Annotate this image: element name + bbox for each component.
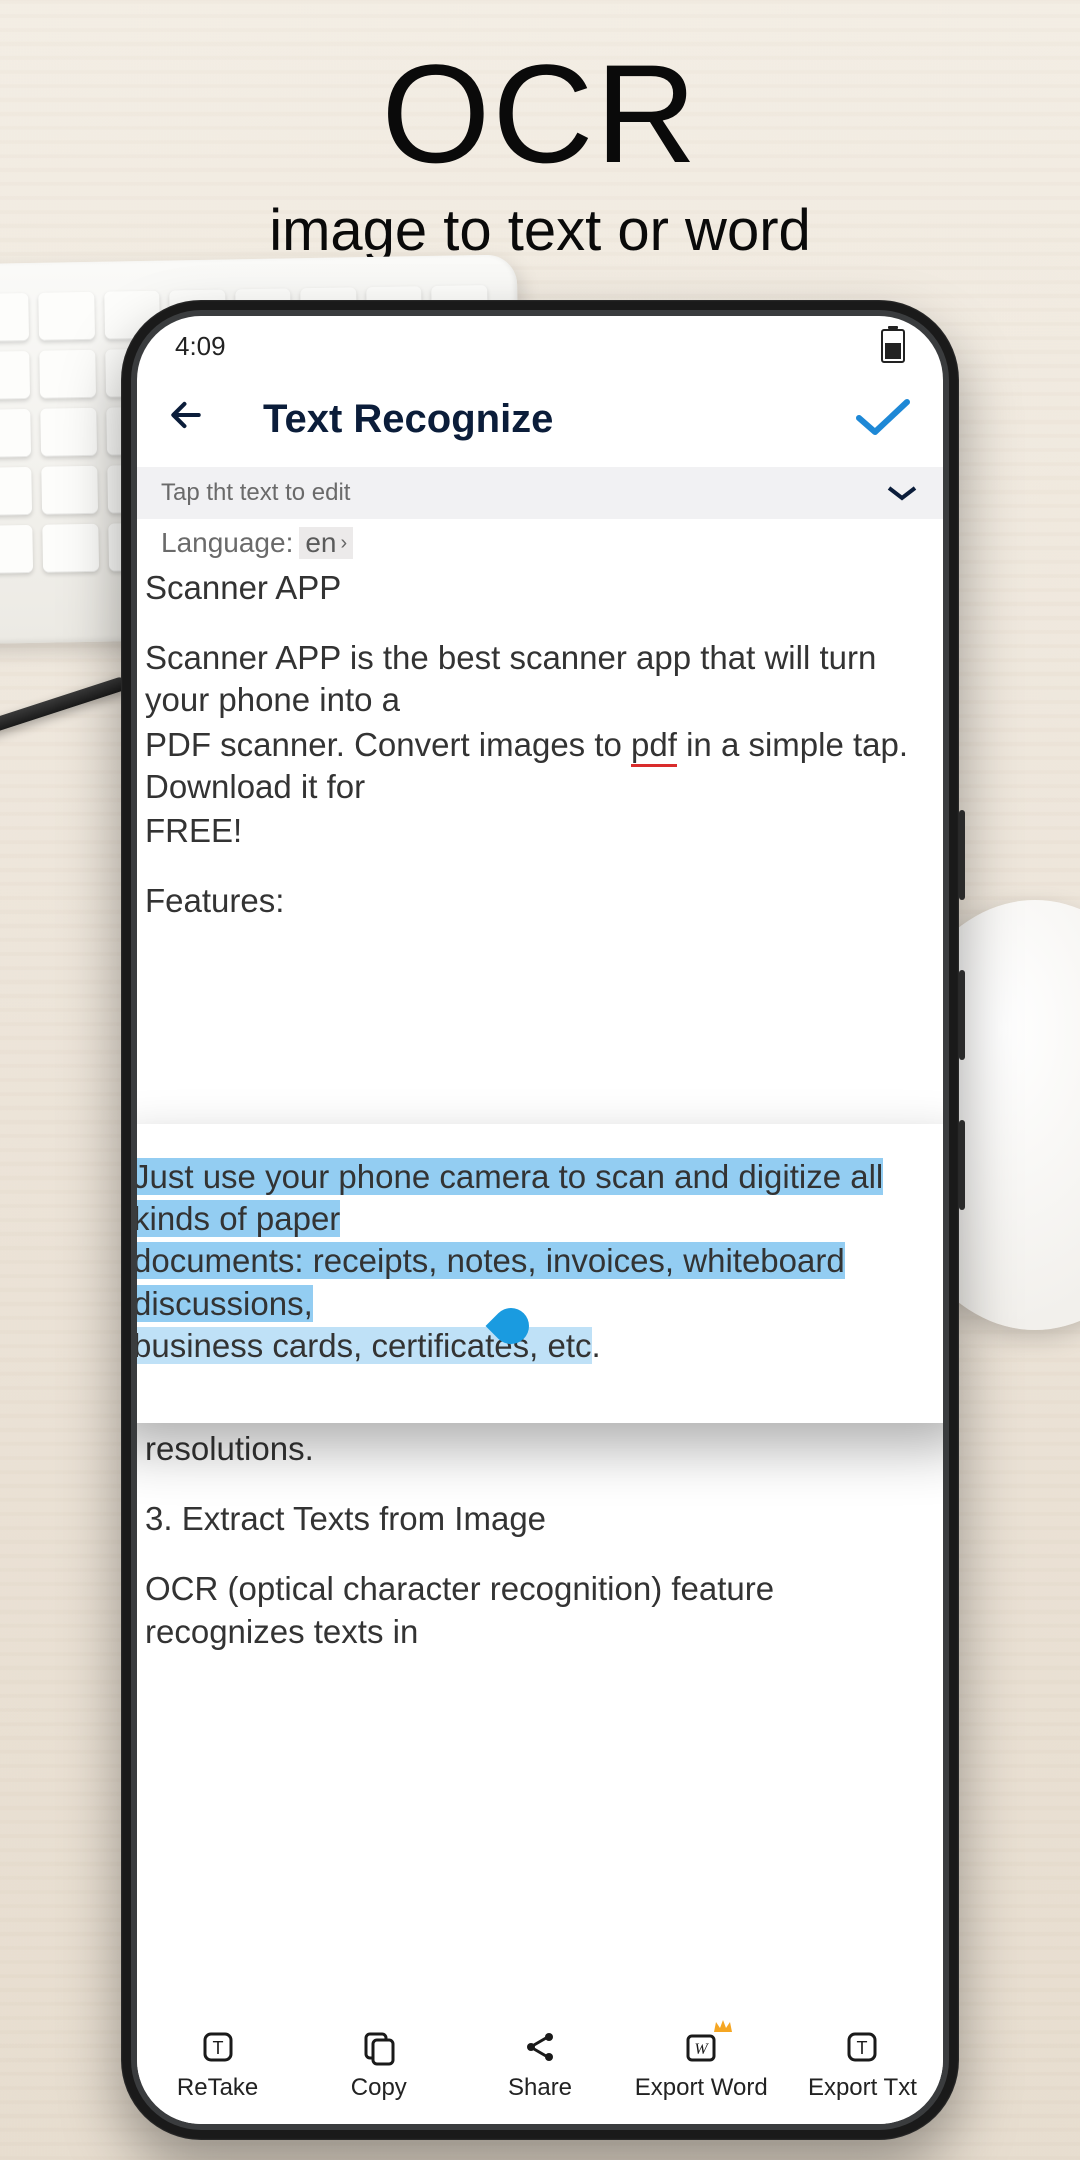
text-line: Scanner APP is the best scanner app that… bbox=[145, 637, 939, 721]
text-line: FREE! bbox=[145, 810, 939, 852]
back-arrow-icon[interactable] bbox=[167, 396, 205, 444]
language-label: Language: bbox=[161, 527, 293, 559]
spellcheck-underline: pdf bbox=[631, 726, 677, 767]
language-chip[interactable]: en › bbox=[299, 527, 353, 559]
features-heading: Features: bbox=[145, 880, 939, 922]
retake-button[interactable]: T ReTake bbox=[137, 2004, 298, 2124]
page-title: Text Recognize bbox=[263, 397, 553, 442]
text-line: OCR (optical character recognition) feat… bbox=[145, 1568, 939, 1652]
chevron-down-icon bbox=[885, 476, 919, 510]
recognized-text[interactable]: Scanner APP Scanner APP is the best scan… bbox=[137, 565, 943, 1653]
text-line: PDF scanner. Convert images to pdf in a … bbox=[145, 724, 939, 808]
edit-hint-text: Tap tht text to edit bbox=[161, 479, 350, 507]
headline-subtitle: image to text or word bbox=[0, 197, 1080, 264]
share-button[interactable]: Share bbox=[459, 2004, 620, 2124]
edit-hint-bar[interactable]: Tap tht text to edit bbox=[137, 467, 943, 519]
retake-label: ReTake bbox=[177, 2074, 258, 2102]
copy-button[interactable]: Copy bbox=[298, 2004, 459, 2124]
export-txt-label: Export Txt bbox=[808, 2074, 917, 2102]
svg-text:T: T bbox=[857, 2038, 868, 2058]
copy-label: Copy bbox=[351, 2074, 407, 2102]
share-icon bbox=[519, 2026, 561, 2068]
text-title: Scanner APP bbox=[145, 567, 939, 609]
language-row[interactable]: Language: en › bbox=[137, 519, 943, 565]
phone-screen: 4:09 Text Recognize Tap tht text to edit bbox=[137, 316, 943, 2124]
text-line: resolutions. bbox=[145, 1428, 939, 1470]
confirm-check-icon[interactable] bbox=[853, 394, 913, 445]
headline-title: OCR bbox=[0, 40, 1080, 187]
chevron-right-icon: › bbox=[341, 532, 348, 555]
svg-text:T: T bbox=[212, 2038, 223, 2058]
export-txt-button[interactable]: T Export Txt bbox=[782, 2004, 943, 2124]
section-heading: 3. Extract Texts from Image bbox=[145, 1498, 939, 1540]
export-word-button[interactable]: W Export Word bbox=[621, 2004, 782, 2124]
language-code: en bbox=[305, 527, 336, 559]
bottom-action-bar: T ReTake Copy Share bbox=[137, 2004, 943, 2124]
export-txt-icon: T bbox=[841, 2026, 883, 2068]
status-bar: 4:09 bbox=[137, 316, 943, 376]
status-time: 4:09 bbox=[175, 331, 226, 362]
bg-pen bbox=[0, 676, 128, 739]
phone-frame: 4:09 Text Recognize Tap tht text to edit bbox=[121, 300, 959, 2140]
selected-text: Just use your phone camera to scan and d… bbox=[137, 1158, 883, 1237]
app-header: Text Recognize bbox=[137, 376, 943, 467]
export-word-icon: W bbox=[680, 2026, 722, 2068]
copy-icon bbox=[358, 2026, 400, 2068]
marketing-headline: OCR image to text or word bbox=[0, 0, 1080, 264]
battery-icon bbox=[881, 329, 905, 363]
share-label: Share bbox=[508, 2074, 572, 2102]
export-word-label: Export Word bbox=[635, 2074, 768, 2102]
selected-text: documents: receipts, notes, invoices, wh… bbox=[137, 1242, 845, 1321]
premium-crown-icon bbox=[712, 2016, 734, 2038]
retake-icon: T bbox=[197, 2026, 239, 2068]
text-selection-popup[interactable]: Just use your phone camera to scan and d… bbox=[137, 1124, 943, 1423]
svg-text:W: W bbox=[695, 2041, 710, 2058]
